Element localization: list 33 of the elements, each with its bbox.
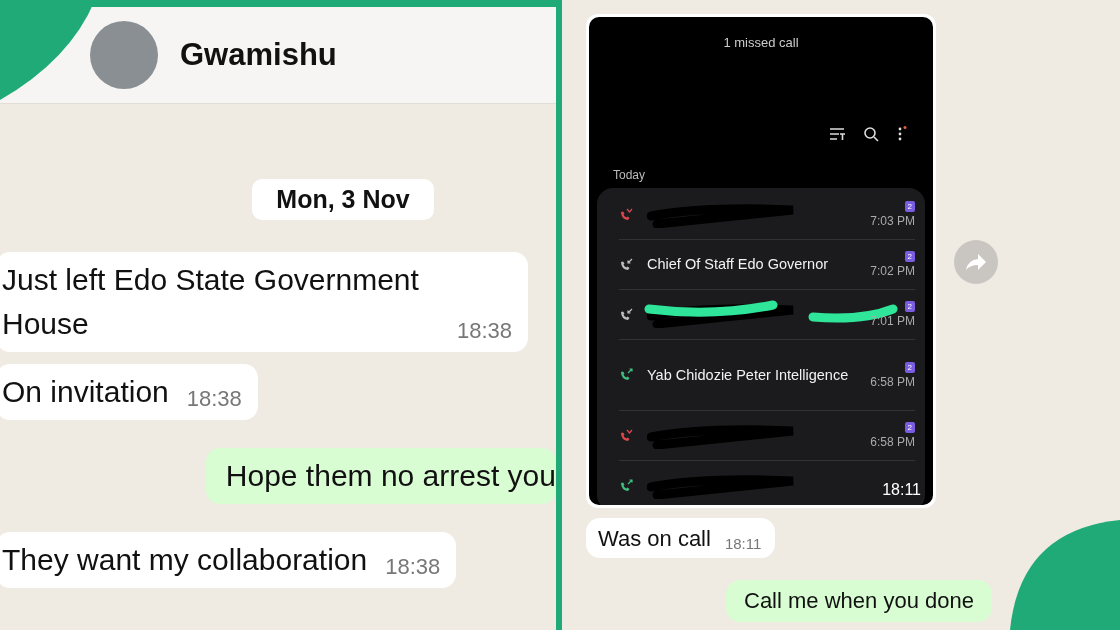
missed-call-icon — [619, 428, 633, 443]
sim-badge: 2 — [904, 251, 915, 262]
call-time: 7:03 PM — [870, 214, 915, 228]
call-time: 6:58 PM — [870, 374, 915, 389]
message-time: 18:11 — [882, 481, 921, 499]
more-options-icon[interactable] — [897, 126, 907, 142]
call-time: 6:58 PM — [870, 435, 915, 449]
outgoing-call-icon — [619, 478, 633, 493]
contact-name: Gwamishu — [180, 37, 337, 73]
sim-badge: 2 — [904, 201, 915, 212]
incoming-message: Was on call 18:11 — [586, 518, 776, 558]
outgoing-message: Hope them no arrest you — [205, 448, 556, 504]
caller-name: Yab Chidozie Peter Intelligence — [647, 366, 849, 383]
call-time: 7:02 PM — [870, 264, 915, 278]
missed-call-summary: 1 missed call — [722, 35, 800, 50]
caller-name: Chief Of Staff Edo Governor — [647, 256, 829, 272]
incoming-call-icon — [619, 307, 633, 322]
image-message[interactable]: 1 missed call Today 2 7:03 PM Chief Of Staff Edo Governor 2 7:02 PM 2 7:01 PM Yab Chidozie Peter Intelligence 2 6:58 PM 2 6:58 PM 18:11 — [586, 14, 936, 508]
search-icon[interactable] — [863, 126, 879, 142]
incoming-message: They want my collaboration 18:38 — [0, 532, 457, 588]
filter-icon[interactable] — [829, 127, 845, 141]
sim-badge: 2 — [904, 422, 915, 433]
outgoing-message: Call me when you done — [726, 580, 992, 622]
incoming-call-icon — [619, 257, 633, 272]
date-label: Mon, 3 Nov — [252, 179, 434, 220]
incoming-message: Just left Edo State Government House 18:38 — [0, 252, 528, 352]
outgoing-call-icon — [619, 368, 633, 382]
sim-badge: 2 — [904, 361, 915, 373]
sim-badge: 2 — [904, 301, 915, 312]
section-label: Today — [612, 167, 647, 184]
incoming-message: On invitation 18:38 — [0, 364, 258, 420]
call-time: 7:01 PM — [870, 314, 915, 328]
missed-call-icon — [619, 207, 633, 222]
